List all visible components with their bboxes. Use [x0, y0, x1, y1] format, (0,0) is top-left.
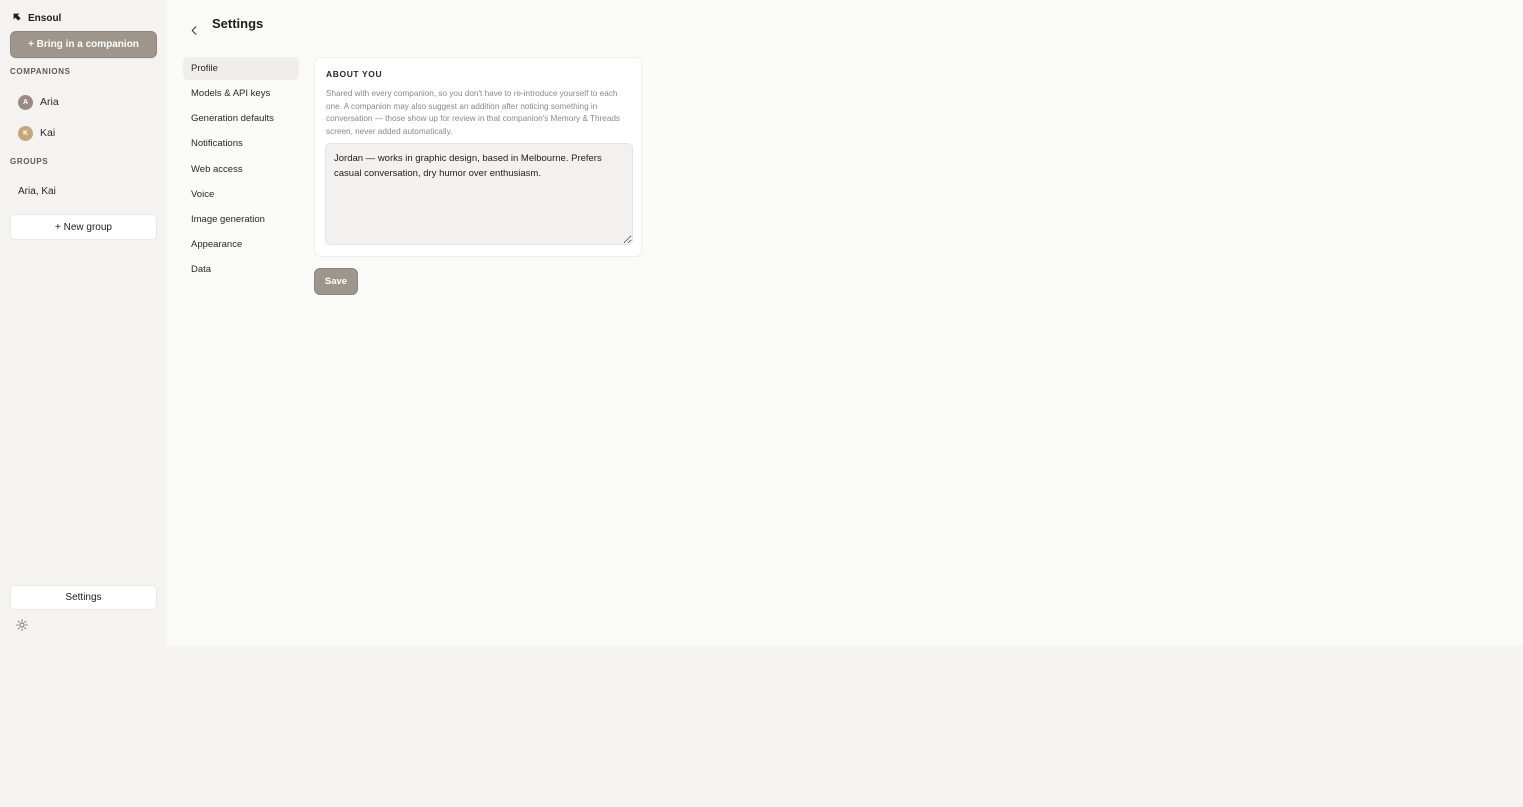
settings-nav-appearance[interactable]: Appearance [183, 233, 299, 256]
sidebar: Ensoul + Bring in a companion COMPANIONS… [0, 0, 167, 646]
settings-nav-voice[interactable]: Voice [183, 183, 299, 206]
group-name: Aria, Kai [18, 185, 56, 197]
brand-icon [11, 11, 22, 25]
avatar: K [18, 125, 33, 141]
settings-nav-profile[interactable]: Profile [183, 57, 299, 80]
settings-nav-web-access[interactable]: Web access [183, 158, 299, 181]
about-you-input[interactable]: Jordan — works in graphic design, based … [325, 143, 633, 245]
settings-nav-generation-defaults[interactable]: Generation defaults [183, 107, 299, 130]
companion-item-kai[interactable]: K Kai [10, 120, 157, 146]
settings-nav-notifications[interactable]: Notifications [183, 132, 299, 155]
companion-name: Aria [40, 96, 59, 108]
groups-section-label: GROUPS [10, 157, 49, 166]
settings-nav-data[interactable]: Data [183, 258, 299, 281]
settings-nav-models-api-keys[interactable]: Models & API keys [183, 82, 299, 105]
about-you-card: ABOUT YOU Shared with every companion, s… [314, 57, 642, 257]
brand-name: Ensoul [28, 12, 62, 24]
save-button[interactable]: Save [314, 268, 358, 295]
app-window: Ensoul + Bring in a companion COMPANIONS… [0, 0, 1523, 646]
companion-item-aria[interactable]: A Aria [10, 89, 157, 115]
group-item-aria-kai[interactable]: Aria, Kai [10, 179, 157, 203]
settings-button[interactable]: Settings [10, 585, 157, 610]
companion-name: Kai [40, 127, 56, 139]
about-you-description: Shared with every companion, so you don'… [326, 89, 621, 136]
brand[interactable]: Ensoul [11, 10, 61, 26]
sun-icon[interactable] [15, 618, 28, 631]
new-group-button[interactable]: + New group [10, 214, 157, 240]
back-button[interactable] [188, 24, 200, 38]
avatar: A [18, 94, 33, 110]
bring-in-companion-button[interactable]: + Bring in a companion [10, 31, 157, 58]
companions-section-label: COMPANIONS [10, 67, 71, 76]
page-title: Settings [212, 16, 264, 31]
about-you-title: ABOUT YOU [326, 69, 383, 79]
settings-nav-image-generation[interactable]: Image generation [183, 208, 299, 231]
chevron-left-icon [191, 22, 197, 40]
